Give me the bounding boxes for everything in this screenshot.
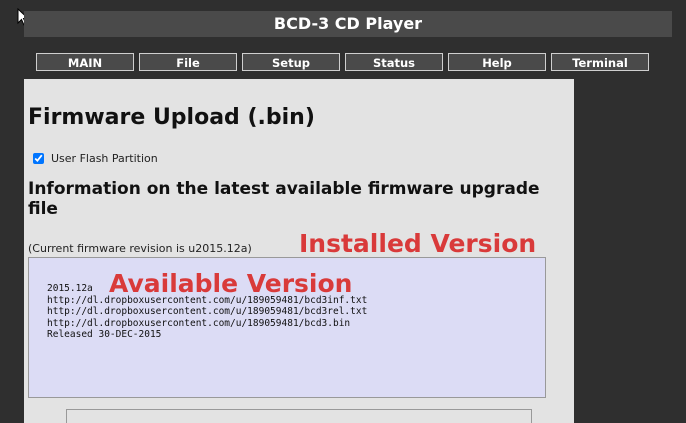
tab-help[interactable]: Help [448, 53, 546, 71]
content-panel: Firmware Upload (.bin) User Flash Partit… [24, 79, 574, 423]
upload-area[interactable] [66, 409, 532, 423]
window-title: BCD-3 CD Player [24, 11, 672, 37]
code-line: http://dl.dropboxusercontent.com/u/18905… [47, 306, 368, 317]
tab-main[interactable]: MAIN [36, 53, 134, 71]
tab-status[interactable]: Status [345, 53, 443, 71]
checkbox-label: User Flash Partition [51, 152, 158, 165]
tab-terminal[interactable]: Terminal [551, 53, 649, 71]
user-flash-partition-option[interactable]: User Flash Partition [33, 152, 158, 165]
code-line: Released 30-DEC-2015 [47, 329, 162, 340]
code-line: http://dl.dropboxusercontent.com/u/18905… [47, 317, 351, 329]
installed-version-annotation: Installed Version [299, 229, 537, 258]
current-revision-text: (Current firmware revision is u2015.12a) [28, 242, 252, 255]
tab-file[interactable]: File [139, 53, 237, 71]
tab-setup[interactable]: Setup [242, 53, 340, 71]
nav-tabs: MAIN File Setup Status Help Terminal [36, 53, 649, 71]
firmware-info-box: 2015.12a http://dl.dropboxusercontent.co… [28, 257, 546, 398]
code-line: 2015.12a [47, 283, 93, 294]
page-title: Firmware Upload (.bin) [28, 105, 315, 130]
info-heading: Information on the latest available firm… [28, 179, 540, 219]
user-flash-partition-checkbox[interactable] [33, 153, 44, 164]
available-version-annotation: Available Version [109, 269, 353, 298]
